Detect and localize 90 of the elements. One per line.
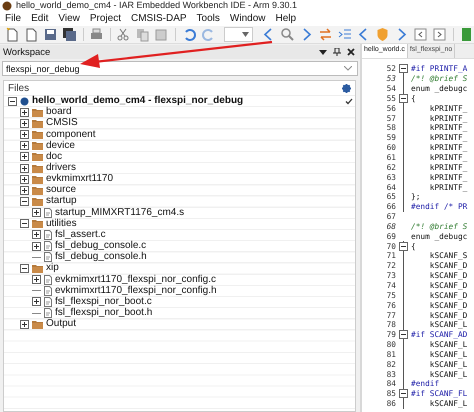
tree-item[interactable]: CMSIS bbox=[4, 118, 355, 130]
tree-item[interactable]: fsl_flexspi_nor_boot.c bbox=[4, 296, 355, 308]
cut-icon[interactable] bbox=[116, 27, 132, 42]
tree-item[interactable]: drivers bbox=[4, 162, 355, 174]
copy-icon[interactable] bbox=[135, 27, 150, 42]
fold-toggle[interactable] bbox=[399, 330, 408, 340]
file-icon bbox=[44, 208, 52, 218]
expand-toggle-icon[interactable] bbox=[32, 208, 41, 218]
gear-icon[interactable] bbox=[342, 84, 351, 92]
expand-toggle-icon[interactable] bbox=[20, 186, 29, 195]
folder-icon bbox=[32, 264, 43, 273]
print-icon[interactable] bbox=[89, 27, 104, 42]
menu-item[interactable]: Tools bbox=[196, 12, 220, 25]
tree-item[interactable]: board bbox=[4, 107, 355, 118]
tree-item[interactable]: fsl_debug_console.c bbox=[4, 241, 355, 252]
tree-item[interactable]: evkmimxrt1170 bbox=[4, 174, 355, 186]
menu-item[interactable]: File bbox=[5, 12, 22, 25]
paste-icon[interactable] bbox=[154, 27, 170, 42]
folder-icon bbox=[32, 141, 43, 150]
folder-icon bbox=[32, 186, 43, 195]
tree-item[interactable]: hello_world_demo_cm4 - flexspi_nor_debug bbox=[4, 96, 355, 108]
tree-item[interactable]: xip bbox=[4, 263, 355, 274]
expand-toggle-icon[interactable] bbox=[32, 230, 41, 240]
tree-item[interactable]: utilities bbox=[4, 218, 355, 230]
menu-item[interactable]: Help bbox=[275, 12, 296, 25]
save-icon[interactable] bbox=[43, 27, 58, 42]
collapse-toggle-icon[interactable] bbox=[20, 196, 29, 206]
tree-item[interactable]: fsl_flexspi_nor_boot.h bbox=[4, 308, 355, 320]
collapse-toggle-icon[interactable] bbox=[20, 219, 29, 228]
folder-icon bbox=[32, 174, 43, 184]
tree-item[interactable]: startup bbox=[4, 196, 355, 208]
folder-icon bbox=[32, 196, 43, 206]
project-icon bbox=[20, 96, 29, 106]
swap-arrows-icon[interactable] bbox=[318, 27, 333, 42]
tree-item[interactable]: device bbox=[4, 140, 355, 152]
menu-item[interactable]: View bbox=[58, 12, 80, 25]
folder-icon bbox=[32, 152, 43, 162]
column-header: Files bbox=[8, 82, 30, 94]
dropdown-arrow-icon bbox=[242, 32, 249, 37]
expand-toggle-icon[interactable] bbox=[20, 164, 29, 173]
collapse-toggle-icon[interactable] bbox=[20, 264, 29, 273]
tree-item[interactable]: evkmimxrt1170_flexspi_nor_config.h bbox=[4, 286, 355, 297]
expand-toggle-icon[interactable] bbox=[20, 141, 29, 150]
menu-item[interactable]: Window bbox=[230, 12, 266, 25]
collapse-toggle-icon[interactable] bbox=[8, 96, 17, 106]
check-icon bbox=[345, 98, 353, 105]
app-logo-icon bbox=[2, 0, 12, 10]
page-right-icon[interactable] bbox=[432, 27, 447, 42]
folder-icon bbox=[32, 130, 43, 140]
tree-item[interactable]: fsl_assert.c bbox=[4, 230, 355, 242]
save-all-icon[interactable] bbox=[62, 27, 77, 42]
folder-icon bbox=[32, 108, 43, 117]
expand-toggle-icon[interactable] bbox=[20, 320, 29, 329]
dropdown-arrow-icon[interactable] bbox=[319, 48, 327, 56]
pin-icon[interactable] bbox=[333, 48, 341, 56]
configuration-dropdown[interactable]: flexspi_nor_debug bbox=[2, 61, 358, 76]
window-title: hello_world_demo_cm4 - IAR Embedded Workbench IDE - Arm 9.30.1 bbox=[16, 0, 297, 11]
panel-title: Workspace bbox=[3, 46, 50, 58]
page-left-icon[interactable] bbox=[412, 27, 428, 42]
folder-icon bbox=[32, 320, 43, 329]
expand-toggle-icon[interactable] bbox=[32, 297, 41, 306]
tree-item[interactable]: source bbox=[4, 185, 355, 196]
tree-item[interactable]: doc bbox=[4, 152, 355, 163]
expand-toggle-icon[interactable] bbox=[20, 108, 29, 117]
tree-item[interactable]: startup_MIMXRT1176_cm4.s bbox=[4, 208, 355, 219]
search-icon[interactable] bbox=[280, 27, 295, 42]
expand-toggle-icon[interactable] bbox=[20, 118, 29, 128]
tree-item[interactable]: fsl_debug_console.h bbox=[4, 252, 355, 264]
expand-toggle-icon[interactable] bbox=[32, 275, 41, 284]
expand-toggle-icon[interactable] bbox=[20, 152, 29, 162]
expand-toggle-icon[interactable] bbox=[32, 242, 41, 251]
fold-toggle[interactable] bbox=[399, 64, 408, 74]
fold-toggle[interactable] bbox=[399, 242, 408, 251]
toolbar-combo-box[interactable] bbox=[224, 27, 253, 42]
tree-item[interactable]: Output bbox=[4, 319, 355, 330]
expand-toggle-icon[interactable] bbox=[20, 174, 29, 184]
chevron-down-icon bbox=[344, 66, 352, 71]
expand-toggle-icon[interactable] bbox=[20, 130, 29, 140]
fold-toggle[interactable] bbox=[399, 389, 408, 398]
folder-icon bbox=[32, 219, 43, 228]
tree-item[interactable]: component bbox=[4, 129, 355, 141]
tree-item[interactable]: evkmimxrt1170_flexspi_nor_config.c bbox=[4, 274, 355, 286]
folder-icon bbox=[32, 164, 43, 173]
folder-icon bbox=[32, 118, 43, 128]
close-icon[interactable] bbox=[347, 48, 355, 56]
new-file-icon[interactable] bbox=[5, 27, 20, 42]
menu-item[interactable]: CMSIS-DAP bbox=[130, 12, 187, 25]
fold-toggle[interactable] bbox=[399, 94, 408, 103]
menu-item[interactable]: Project bbox=[90, 12, 121, 25]
menu-item[interactable]: Edit bbox=[31, 12, 48, 25]
